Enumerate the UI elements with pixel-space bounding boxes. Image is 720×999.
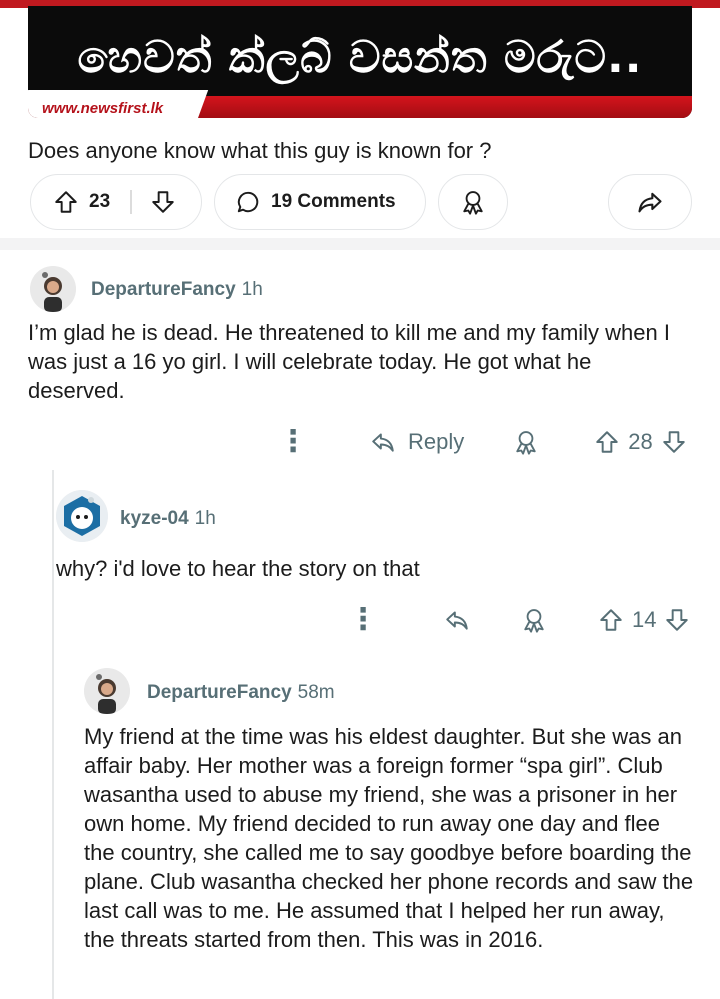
award-icon bbox=[459, 188, 487, 216]
vote-separator bbox=[130, 190, 132, 214]
post-title: Does anyone know what this guy is known … bbox=[28, 138, 492, 163]
comment-username[interactable]: DepartureFancy 1h bbox=[91, 279, 263, 301]
avatar[interactable] bbox=[30, 266, 76, 312]
comment-vote-count: 28 bbox=[628, 429, 653, 454]
post-image-banner[interactable]: හෙවත් ක්ලබ් වසන්ත මරුට.. www.newsfirst.l… bbox=[28, 6, 692, 118]
share-button[interactable] bbox=[608, 174, 692, 230]
comment-action-bar: ⋮ Reply 28 bbox=[272, 422, 692, 462]
banner-url: www.newsfirst.lk bbox=[42, 100, 164, 117]
upvote-arrow-icon[interactable] bbox=[598, 607, 624, 633]
reply-arrow-icon[interactable] bbox=[444, 607, 470, 633]
reply-button[interactable]: Reply bbox=[370, 429, 464, 455]
comment-body: I’m glad he is dead. He threatened to ki… bbox=[28, 320, 670, 403]
more-dots-icon[interactable]: ⋮ bbox=[348, 605, 378, 635]
speech-bubble-icon bbox=[235, 189, 261, 215]
username-text[interactable]: DepartureFancy bbox=[147, 682, 292, 703]
downvote-arrow-icon[interactable] bbox=[150, 189, 176, 215]
comment-timestamp: 1h bbox=[194, 508, 216, 529]
downvote-arrow-icon[interactable] bbox=[664, 607, 690, 633]
comment-username[interactable]: DepartureFancy 58m bbox=[147, 682, 335, 704]
vote-control: 23 bbox=[30, 174, 202, 230]
thread-line[interactable] bbox=[52, 470, 54, 999]
banner-headline: හෙවත් ක්ලබ් වසන්ත මරුට.. bbox=[77, 32, 643, 83]
avatar[interactable] bbox=[84, 668, 130, 714]
comment-action-bar: ⋮ 14 bbox=[340, 600, 692, 640]
award-icon[interactable] bbox=[512, 428, 540, 456]
award-icon[interactable] bbox=[520, 606, 548, 634]
comment-vote-count: 14 bbox=[632, 607, 657, 632]
section-divider bbox=[0, 238, 720, 250]
comment-body: why? i'd love to hear the story on that bbox=[56, 556, 420, 581]
reply-label: Reply bbox=[408, 429, 465, 454]
username-text[interactable]: kyze-04 bbox=[120, 508, 189, 529]
comments-button[interactable]: 19 Comments bbox=[214, 174, 426, 230]
upvote-arrow-icon[interactable] bbox=[594, 429, 620, 455]
comment-timestamp: 1h bbox=[241, 279, 263, 300]
downvote-arrow-icon[interactable] bbox=[661, 429, 687, 455]
username-text[interactable]: DepartureFancy bbox=[91, 279, 236, 300]
comment-body: My friend at the time was his eldest dau… bbox=[84, 724, 694, 952]
more-dots-icon[interactable]: ⋮ bbox=[278, 427, 308, 457]
comment-timestamp: 58m bbox=[297, 682, 335, 703]
reply-arrow-icon bbox=[370, 429, 396, 455]
upvote-arrow-icon[interactable] bbox=[53, 189, 79, 215]
comment-username[interactable]: kyze-04 1h bbox=[120, 508, 216, 530]
award-button[interactable] bbox=[438, 174, 508, 230]
post-vote-count: 23 bbox=[89, 191, 111, 212]
share-arrow-icon bbox=[636, 188, 664, 216]
comments-count-label: 19 Comments bbox=[271, 191, 396, 212]
avatar[interactable] bbox=[56, 490, 108, 542]
